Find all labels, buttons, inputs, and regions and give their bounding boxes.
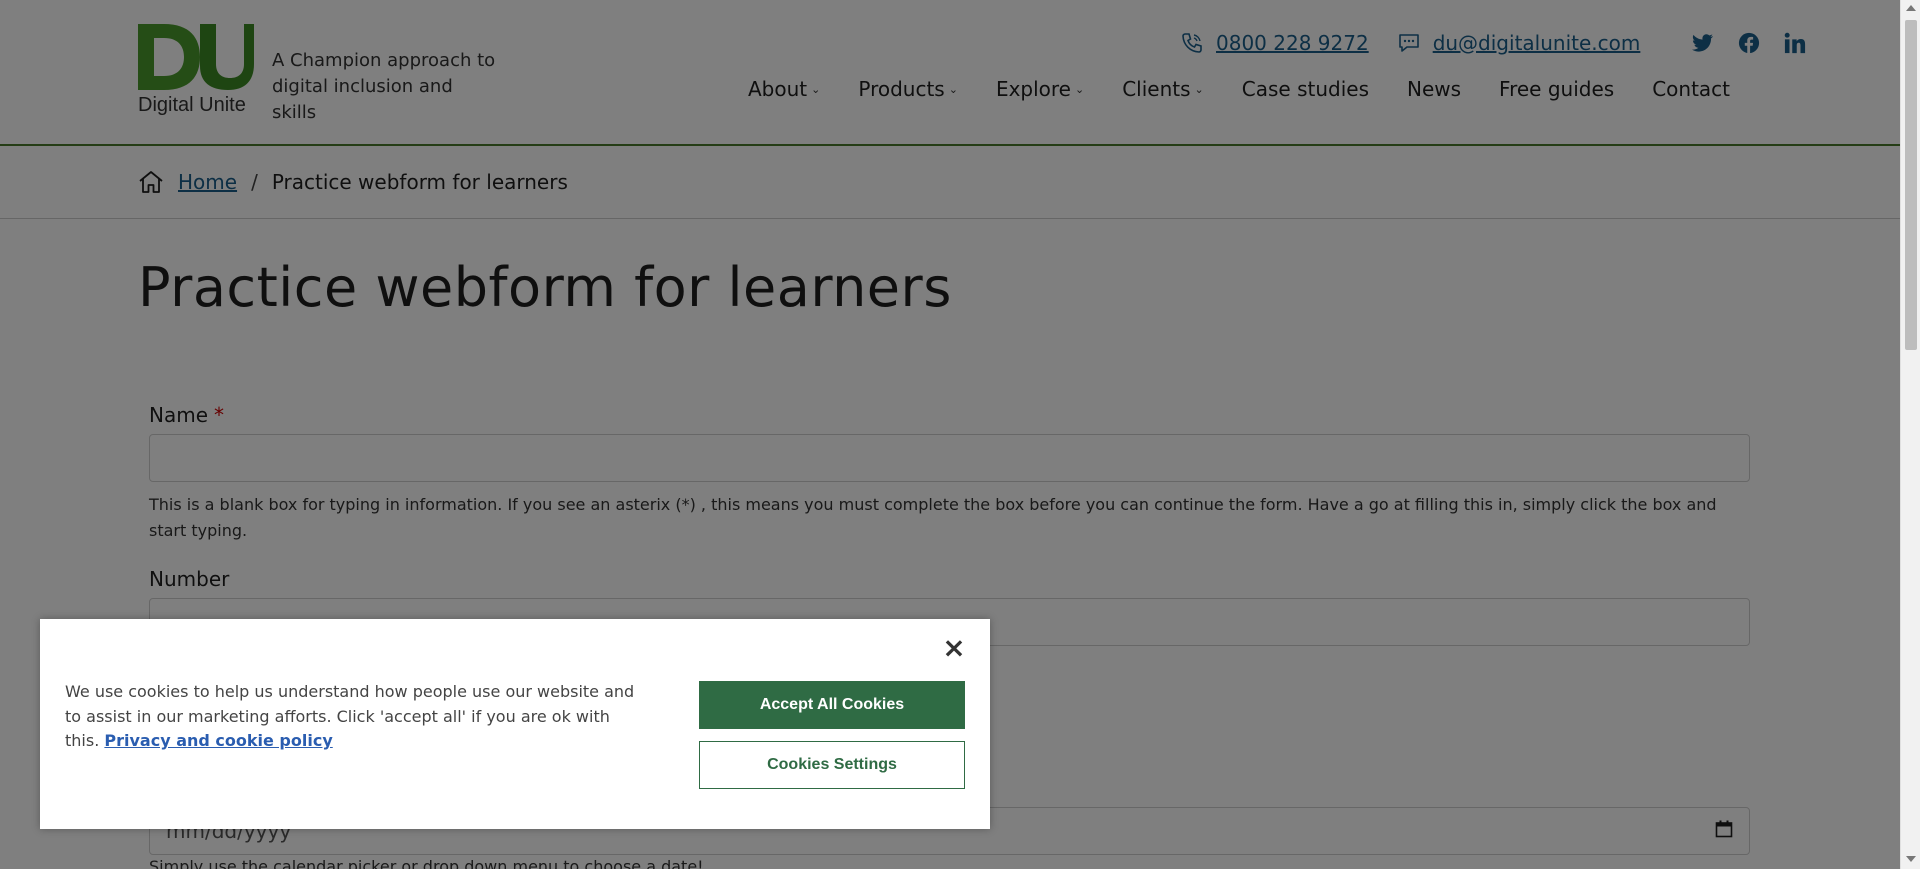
- privacy-policy-link[interactable]: Privacy and cookie policy: [104, 731, 332, 750]
- accept-all-cookies-button[interactable]: Accept All Cookies: [699, 681, 965, 729]
- scroll-thumb[interactable]: [1905, 20, 1917, 350]
- scroll-down-arrow-icon[interactable]: [1906, 856, 1916, 862]
- cookie-message: We use cookies to help us understand how…: [65, 680, 645, 754]
- vertical-scrollbar[interactable]: [1900, 0, 1920, 869]
- cookies-settings-button[interactable]: Cookies Settings: [699, 741, 965, 789]
- scroll-up-arrow-icon[interactable]: [1906, 5, 1916, 11]
- close-icon[interactable]: ×: [942, 634, 966, 662]
